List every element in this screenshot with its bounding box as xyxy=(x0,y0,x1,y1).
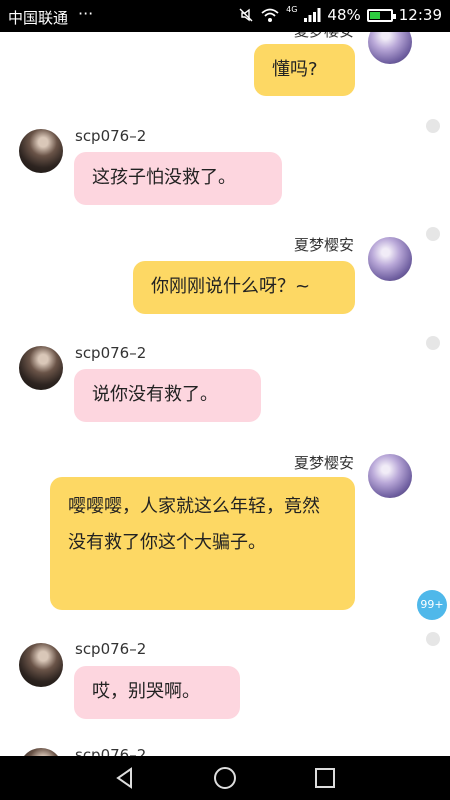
chat-message-list[interactable]: 夏梦樱安 懂吗? scp076–2 这孩子怕没救了。 夏梦樱安 你刚刚说什么呀？… xyxy=(0,32,450,756)
sender-name: scp076–2 xyxy=(75,640,147,658)
message-bubble[interactable]: 哎，别哭啊。 xyxy=(74,666,240,719)
message-bubble[interactable]: 说你没有救了。 xyxy=(74,369,261,422)
sender-name: scp076–2 xyxy=(75,746,147,756)
avatar[interactable] xyxy=(19,346,63,390)
battery-icon xyxy=(366,8,396,22)
status-bar: 中国联通 ··· 4G 48% 12:39 xyxy=(0,0,450,32)
clock: 12:39 xyxy=(398,6,442,24)
wifi-icon xyxy=(261,8,279,22)
cellular-signal-icon xyxy=(304,8,321,22)
message-bubble[interactable]: 懂吗? xyxy=(254,44,355,96)
mute-icon xyxy=(239,8,253,22)
avatar[interactable] xyxy=(19,643,63,687)
read-status-dot xyxy=(426,119,440,133)
network-type-badge: 4G xyxy=(286,4,298,14)
carrier-name: 中国联通 xyxy=(8,9,69,27)
sender-name: 夏梦樱安 xyxy=(293,454,354,472)
read-status-dot xyxy=(426,227,440,241)
battery-percent: 48% xyxy=(327,6,361,24)
home-icon[interactable] xyxy=(213,766,237,790)
sender-name: scp076–2 xyxy=(75,127,147,145)
read-status-dot xyxy=(426,336,440,350)
status-icons: 4G 48% 12:39 xyxy=(238,4,442,24)
message-bubble[interactable]: 嘤嘤嘤，人家就这么年轻，竟然没有救了你这个大骗子。 xyxy=(50,477,355,610)
avatar[interactable] xyxy=(368,237,412,281)
sender-name: 夏梦樱安 xyxy=(294,32,354,41)
message-bubble[interactable]: 你刚刚说什么呀？~ xyxy=(133,261,355,314)
back-icon[interactable] xyxy=(113,766,137,790)
avatar[interactable] xyxy=(368,454,412,498)
avatar[interactable] xyxy=(19,129,63,173)
message-bubble[interactable]: 这孩子怕没救了。 xyxy=(74,152,282,205)
read-status-dot xyxy=(426,632,440,646)
recents-icon[interactable] xyxy=(313,766,337,790)
unread-count-badge[interactable]: 99+ xyxy=(417,590,447,620)
avatar[interactable] xyxy=(368,32,412,64)
avatar[interactable] xyxy=(19,748,63,756)
more-notifications-icon: ··· xyxy=(78,4,94,23)
sender-name: scp076–2 xyxy=(75,344,147,362)
system-navigation-bar xyxy=(0,756,450,800)
sender-name: 夏梦樱安 xyxy=(293,236,354,254)
